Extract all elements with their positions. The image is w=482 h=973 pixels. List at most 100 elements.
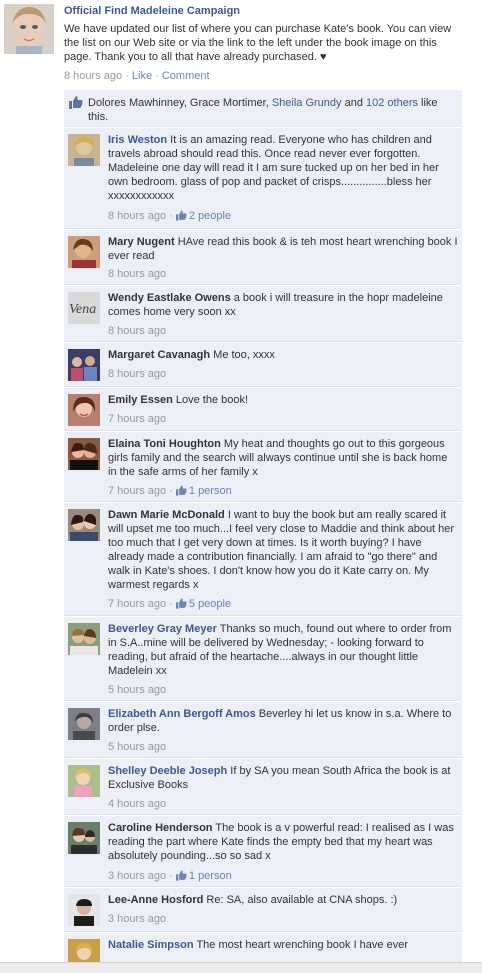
commenter-avatar[interactable]: Vena (68, 292, 100, 324)
meta-separator: · (166, 485, 176, 497)
commenter-avatar[interactable] (68, 236, 100, 268)
comment-meta: 7 hours ago · 5 people (108, 597, 231, 613)
comment-timestamp[interactable]: 8 hours ago (108, 268, 166, 280)
thumbs-up-icon (175, 870, 187, 885)
comment: Elizabeth Ann Bergoff Amos Beverley hi l… (64, 702, 462, 758)
comment-likes-count: 1 person (188, 870, 232, 882)
comment-likes-count: 2 people (188, 210, 232, 222)
commenter-name[interactable]: Elaina Toni Houghton (108, 438, 221, 450)
comment-timestamp[interactable]: 5 hours ago (108, 684, 166, 696)
meta-separator: · (166, 210, 176, 222)
likes-text: Dolores Mawhinney, Grace Mortimer, Sheil… (88, 96, 456, 124)
comment-meta: 8 hours ago (108, 267, 166, 281)
commenter-name[interactable]: Dawn Marie McDonald (108, 509, 225, 521)
commenter-name[interactable]: Margaret Cavanagh (108, 349, 210, 361)
comment-timestamp[interactable]: 7 hours ago (108, 598, 166, 610)
comment-meta: 7 hours ago (108, 412, 166, 426)
commenter-avatar[interactable] (68, 822, 100, 854)
post-timestamp[interactable]: 8 hours ago (64, 70, 122, 82)
comment: Mary Nugent HAve read this book & is teh… (64, 230, 462, 285)
comment-body: Emily Essen Love the book! (108, 393, 458, 407)
comment-meta: 5 hours ago (108, 683, 166, 697)
commenter-avatar[interactable] (68, 894, 100, 926)
comment-text: Me too, xxxx (213, 349, 275, 361)
thumbs-up-icon (69, 96, 83, 112)
comment-body: Shelley Deeble Joseph If by SA you mean … (108, 764, 458, 792)
avatar-logo-text: Vena (69, 302, 96, 317)
liker-link[interactable]: Sheila Grundy (272, 97, 342, 109)
comment-body: Margaret Cavanagh Me too, xxxx (108, 348, 458, 362)
comment-meta: 3 hours ago (108, 912, 166, 926)
commenter-name[interactable]: Mary Nugent (108, 236, 175, 248)
comment: Dawn Marie McDonald I want to buy the bo… (64, 503, 462, 616)
comment-timestamp[interactable]: 3 hours ago (108, 870, 166, 882)
meta-separator: · (122, 70, 132, 82)
comment: Shelley Deeble Joseph If by SA you mean … (64, 759, 462, 815)
likers-names: Dolores Mawhinney, Grace Mortimer, (88, 97, 272, 109)
comment-text: I want to buy the book but am really sca… (108, 509, 455, 591)
meta-separator: · (166, 598, 176, 610)
comment-likes-count: 1 person (188, 485, 232, 497)
post-author-link[interactable]: Official Find Madeleine Campaign (64, 5, 240, 17)
comment-meta: 7 hours ago · 1 person (108, 484, 232, 500)
comment-timestamp[interactable]: 7 hours ago (108, 485, 166, 497)
comment-likes-link[interactable]: 1 person (175, 485, 232, 500)
comment-meta: 8 hours ago (108, 324, 166, 338)
comment: Iris Weston It is an amazing read. Every… (64, 128, 462, 229)
comment-timestamp[interactable]: 7 hours ago (108, 413, 166, 425)
comment-meta: 3 hours ago · 1 person (108, 869, 232, 885)
comment-text: The most heart wrenching book I have eve… (196, 939, 408, 951)
comment-text: Re: SA, also available at CNA shops. :) (206, 894, 398, 906)
commenter-name[interactable]: Lee-Anne Hosford (108, 894, 203, 906)
like-link[interactable]: Like (132, 70, 152, 82)
comment-likes-link[interactable]: 2 people (175, 210, 232, 222)
comment-body: Elizabeth Ann Bergoff Amos Beverley hi l… (108, 707, 458, 735)
comment-likes-link[interactable]: 1 person (175, 870, 232, 885)
page-avatar[interactable] (4, 4, 54, 54)
thumbs-up-icon (175, 485, 187, 500)
comment: Emily Essen Love the book! 7 hours ago (64, 388, 462, 431)
comment-body: Natalie Simpson The most heart wrenching… (108, 938, 458, 952)
commenter-name[interactable]: Natalie Simpson (108, 939, 194, 951)
comment-meta: 8 hours ago (108, 367, 166, 381)
commenter-name[interactable]: Emily Essen (108, 394, 173, 406)
comment-text: Love the book! (175, 394, 249, 406)
comment-timestamp[interactable]: 5 hours ago (108, 741, 166, 753)
commenter-avatar[interactable] (68, 438, 100, 470)
comment-meta: 8 hours ago · 2 people (108, 209, 231, 225)
meta-separator: · (152, 70, 162, 82)
commenter-name[interactable]: Caroline Henderson (108, 822, 213, 834)
likes-and: and (341, 97, 366, 109)
comment: Vena Wendy Eastlake Owens a book i will … (64, 286, 462, 342)
commenter-avatar[interactable] (68, 394, 100, 426)
comment-likes-link[interactable]: 5 people (175, 598, 231, 610)
commenter-name[interactable]: Shelley Deeble Joseph (108, 765, 227, 777)
comment-body: Wendy Eastlake Owens a book i will treas… (108, 291, 458, 319)
commenter-avatar[interactable] (68, 708, 100, 740)
comment-timestamp[interactable]: 8 hours ago (108, 325, 166, 337)
commenter-avatar[interactable] (68, 134, 100, 166)
commenter-avatar[interactable] (68, 765, 100, 797)
comment-timestamp[interactable]: 8 hours ago (108, 368, 166, 380)
comment-timestamp[interactable]: 3 hours ago (108, 913, 166, 925)
commenter-avatar[interactable] (68, 623, 100, 655)
commenter-name[interactable]: Iris Weston (108, 134, 167, 146)
commenter-name[interactable]: Beverley Gray Meyer (108, 623, 217, 635)
comment-body: Dawn Marie McDonald I want to buy the bo… (108, 508, 458, 592)
commenter-avatar[interactable] (68, 509, 100, 541)
commenter-name[interactable]: Elizabeth Ann Bergoff Amos (108, 708, 256, 720)
meta-separator: · (166, 870, 176, 882)
comment-body: Elaina Toni Houghton My heat and thought… (108, 437, 458, 479)
comment-body: Lee-Anne Hosford Re: SA, also available … (108, 893, 458, 907)
comment-timestamp[interactable]: 8 hours ago (108, 210, 166, 222)
post-text: We have updated our list of where you ca… (64, 23, 452, 63)
comment-link[interactable]: Comment (162, 70, 210, 82)
comment: Margaret Cavanagh Me too, xxxx 8 hours a… (64, 343, 462, 387)
commenter-name[interactable]: Wendy Eastlake Owens (108, 292, 231, 304)
comment-timestamp[interactable]: 4 hours ago (108, 798, 166, 810)
comment-meta: 5 hours ago (108, 740, 166, 754)
comment: Lee-Anne Hosford Re: SA, also available … (64, 888, 462, 932)
commenter-avatar[interactable] (68, 349, 100, 381)
others-link[interactable]: 102 others (366, 97, 418, 109)
comment: Caroline Henderson The book is a v power… (64, 816, 462, 887)
